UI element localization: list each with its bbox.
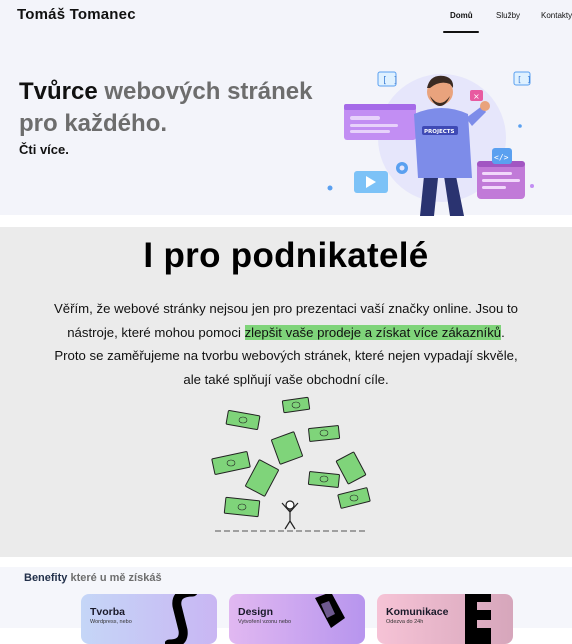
nav-item-contacts[interactable]: Kontakty <box>541 11 572 20</box>
benefit-card-build[interactable]: Tvorba Wordpress, nebo <box>81 594 217 644</box>
hero-title-dark: Tvůrce <box>19 78 98 105</box>
read-more-link[interactable]: Čti více. <box>19 142 69 157</box>
svg-text:[ ]: [ ] <box>517 75 531 84</box>
benefit-card-communication[interactable]: Komunikace Odezva do 24h <box>377 594 513 644</box>
svg-text:[ ]: [ ] <box>382 76 398 86</box>
hero-title-grey-1: webových stránek <box>104 78 313 105</box>
business-section: I pro podnikatelé Věřím, že webové strán… <box>0 227 572 557</box>
hero-title: Tvůrce webových stránek pro každého. <box>19 76 319 140</box>
hero-title-grey-2: pro každého. <box>19 110 168 137</box>
benefit-card-subtitle: Odezva do 24h <box>386 619 424 625</box>
benefit-card-title: Komunikace <box>386 606 449 618</box>
e-shape-icon <box>465 594 491 644</box>
money-rain-illustration <box>211 396 371 532</box>
benefits-title: Benefity které u mě získáš <box>24 572 162 584</box>
benefit-card-title: Tvorba <box>90 606 126 618</box>
main-nav: Domů Služby Kontakty <box>0 11 572 33</box>
benefits-title-bold: Benefity <box>24 572 68 584</box>
illustration-badge-text: PROJECTS <box>424 129 455 135</box>
business-description: Věřím, že webové stránky nejsou jen pro … <box>50 297 522 391</box>
rocket-icon <box>315 594 345 628</box>
hero-section: Tomáš Tomanec Domů Služby Kontakty Tvůrc… <box>0 0 572 216</box>
benefits-title-rest: které u mě získáš <box>70 572 162 584</box>
nav-item-services[interactable]: Služby <box>496 11 520 20</box>
nav-item-home[interactable]: Domů <box>450 11 473 20</box>
benefits-section: Benefity které u mě získáš Tvorba Wordpr… <box>0 567 572 644</box>
business-title: I pro podnikatelé <box>143 236 429 275</box>
s-shape-icon <box>165 594 198 644</box>
svg-text:</>: </> <box>494 153 509 162</box>
benefit-card-design[interactable]: Design Vytvoření vzonu nebo <box>229 594 365 644</box>
business-text-highlight: zlepšit vaše prodeje a získat více zákaz… <box>244 324 502 340</box>
benefit-card-subtitle: Vytvoření vzonu nebo <box>238 619 291 625</box>
svg-text:×: × <box>473 92 480 101</box>
developer-illustration: [ ] [ ] PROJECTS </> × <box>327 71 534 216</box>
benefit-card-title: Design <box>238 606 274 618</box>
nav-active-indicator <box>443 31 479 33</box>
benefit-card-subtitle: Wordpress, nebo <box>90 619 132 625</box>
